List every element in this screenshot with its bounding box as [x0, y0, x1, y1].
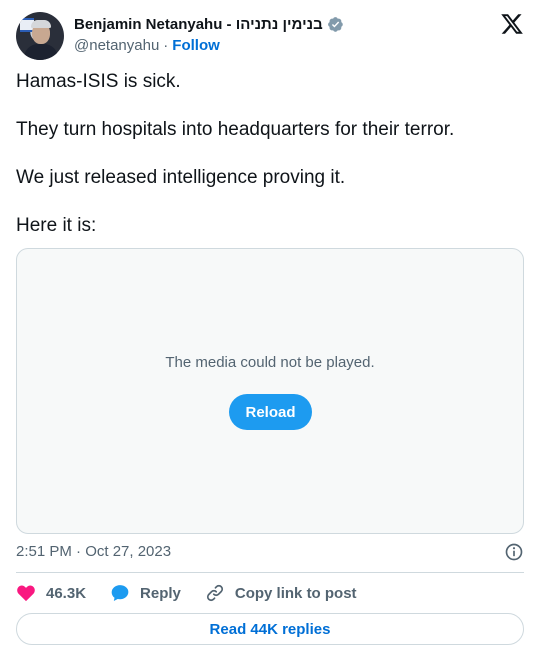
timestamp-row: 2:51 PM · Oct 27, 2023 — [16, 542, 524, 562]
media-error-message: The media could not be played. — [165, 354, 375, 371]
reply-bubble-icon — [111, 585, 129, 601]
x-logo-icon[interactable] — [500, 12, 524, 36]
display-name[interactable]: Benjamin Netanyahu - בנימין נתניהו — [74, 16, 323, 33]
tweet-header: Benjamin Netanyahu - בנימין נתניהו @neta… — [16, 12, 524, 60]
copy-link-label: Copy link to post — [234, 584, 357, 602]
avatar-hair — [31, 20, 51, 28]
tweet-paragraph: They turn hospitals into headquarters fo… — [16, 119, 455, 140]
reload-button[interactable]: Reload — [229, 394, 312, 430]
handle-row: @netanyahu · Follow — [74, 35, 220, 55]
handle[interactable]: @netanyahu — [74, 37, 159, 54]
heart-icon — [17, 585, 35, 602]
tweet-paragraph: We just released intelligence proving it… — [16, 167, 346, 188]
timestamp[interactable]: 2:51 PM · Oct 27, 2023 — [16, 543, 171, 560]
link-icon — [206, 584, 223, 602]
like-count: 46.3K — [46, 584, 87, 602]
name-row: Benjamin Netanyahu - בנימין נתניהו — [74, 14, 344, 34]
divider — [16, 572, 524, 573]
action-bar: 46.3K Reply Copy link to post — [16, 582, 381, 604]
read-replies-button[interactable]: Read 44K replies — [16, 613, 524, 645]
copy-link-action[interactable]: Copy link to post — [205, 583, 357, 603]
follow-link[interactable]: Follow — [172, 37, 220, 54]
tweet-paragraph: Here it is: — [16, 215, 97, 236]
reply-action[interactable]: Reply — [110, 583, 181, 603]
avatar[interactable] — [16, 12, 64, 60]
tweet-text: Hamas-ISIS is sick. They turn hospitals … — [16, 70, 524, 262]
embedded-tweet-card: Benjamin Netanyahu - בנימין נתניהו @neta… — [0, 0, 540, 660]
verified-badge-icon — [327, 16, 343, 32]
media-player[interactable]: The media could not be played. Reload — [16, 248, 524, 534]
info-icon[interactable] — [504, 542, 524, 562]
reply-label: Reply — [140, 584, 181, 602]
separator-dot: · — [163, 36, 169, 54]
tweet-paragraph: Hamas-ISIS is sick. — [16, 71, 181, 92]
like-action[interactable]: 46.3K — [16, 583, 86, 603]
avatar-suit — [24, 44, 58, 60]
